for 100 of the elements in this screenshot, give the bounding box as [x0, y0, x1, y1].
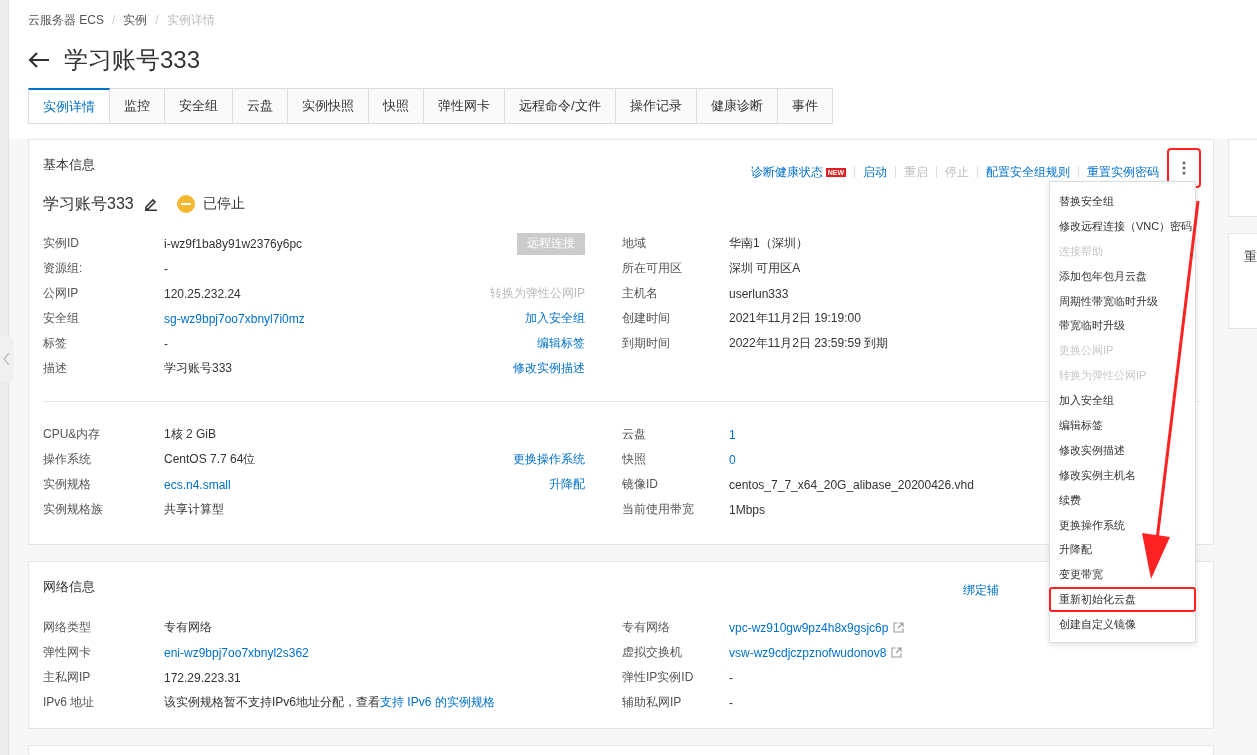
back-arrow-icon[interactable] — [28, 52, 50, 68]
field-value-link[interactable]: vsw-wz9cdjczpznofwudonov8 — [729, 645, 887, 660]
status-label: 已停止 — [202, 195, 245, 213]
field-label: 所在可用区 — [622, 260, 683, 277]
field-value: 2022年11月2日 23:59:59 到期 — [729, 335, 889, 352]
field-value-link[interactable]: eni-wz9bpj7oo7xbnyl2s362 — [164, 645, 309, 660]
tab[interactable]: 健康诊断 — [696, 88, 778, 123]
field-label: 到期时间 — [622, 335, 671, 352]
field-label: 虚拟交换机 — [622, 644, 683, 661]
tab[interactable]: 操作记录 — [615, 88, 697, 123]
menu-item[interactable]: 重新初始化云盘 — [1049, 587, 1196, 613]
field-label: 安全组 — [43, 310, 80, 327]
menu-item[interactable]: 编辑标签 — [1049, 413, 1196, 438]
field-value: CentOS 7.7 64位 — [164, 451, 256, 468]
menu-item[interactable]: 创建自定义镜像 — [1049, 612, 1196, 638]
field-label: 实例ID — [43, 235, 80, 252]
field-label: 地域 — [622, 235, 647, 252]
field-label: 实例规格 — [43, 476, 92, 493]
side-card-title: 重 — [1244, 249, 1257, 264]
field-label: 镜像ID — [622, 476, 659, 493]
field-value: centos_7_7_x64_20G_alibase_20200426.vhd — [729, 477, 974, 492]
menu-item[interactable]: 变更带宽 — [1049, 562, 1196, 588]
external-link-icon[interactable] — [891, 646, 903, 658]
tab[interactable]: 弹性网卡 — [424, 88, 505, 123]
section-title: 基本信息 — [43, 156, 95, 174]
page-title: 学习账号333 — [64, 45, 201, 75]
field-label: 创建时间 — [622, 310, 671, 327]
field-value: i-wz9f1ba8y91w2376y6pc — [164, 236, 303, 251]
menu-item[interactable]: 更换操作系统 — [1049, 512, 1196, 538]
tab[interactable]: 实例详情 — [28, 88, 110, 123]
field-value-link[interactable]: ecs.n4.small — [164, 477, 231, 492]
field-value: 华南1（深圳） — [729, 235, 808, 252]
field-value: - — [164, 336, 168, 351]
row-action-link[interactable]: 加入安全组 — [525, 310, 585, 327]
field-value: - — [164, 261, 168, 276]
tab[interactable]: 云盘 — [233, 88, 288, 123]
field-value: 2021年11月2日 19:19:00 — [729, 310, 861, 327]
action-link[interactable]: 配置安全组规则 — [986, 163, 1070, 181]
field-label: 标签 — [43, 335, 68, 352]
field-value-link[interactable]: sg-wz9bpj7oo7xbnyl7i0mz — [164, 311, 305, 326]
instance-name: 学习账号333 — [43, 193, 134, 214]
tab[interactable]: 实例快照 — [288, 88, 369, 123]
breadcrumb-link[interactable]: 实例 — [123, 12, 148, 28]
field-value: 学习账号333 — [164, 360, 233, 377]
action-link[interactable]: 重置实例密码 — [1087, 163, 1159, 181]
field-label: 当前使用带宽 — [622, 501, 695, 518]
menu-item[interactable]: 周期性带宽临时升级 — [1049, 288, 1196, 314]
field-value-link[interactable]: 0 — [729, 452, 736, 467]
field-label: 主私网IP — [43, 669, 92, 686]
tab[interactable]: 安全组 — [165, 88, 233, 123]
external-link-icon[interactable] — [893, 621, 905, 633]
edit-icon[interactable] — [143, 197, 158, 211]
field-value-link[interactable]: 支持 IPv6 的实例规格 — [380, 695, 495, 709]
more-icon — [1182, 161, 1186, 175]
field-value: - — [729, 670, 733, 685]
field-label: 弹性IP实例ID — [622, 669, 695, 686]
action-link[interactable]: 诊断健康状态 — [750, 163, 823, 181]
field-value-link[interactable]: 1 — [729, 427, 736, 442]
field-label: CPU&内存 — [43, 426, 102, 443]
menu-item[interactable]: 加入安全组 — [1049, 388, 1196, 413]
field-label: 主机名 — [622, 285, 659, 302]
row-action-link[interactable]: 编辑标签 — [537, 335, 585, 352]
field-value: 共享计算型 — [164, 501, 224, 518]
field-label: 弹性网卡 — [43, 644, 92, 661]
menu-item[interactable]: 修改实例主机名 — [1049, 462, 1196, 488]
tab[interactable]: 监控 — [110, 88, 165, 123]
row-action-link[interactable]: 更换操作系统 — [513, 451, 585, 468]
tab[interactable]: 快照 — [369, 88, 424, 123]
field-label: 操作系统 — [43, 451, 92, 468]
field-label: 资源组: — [43, 260, 84, 277]
tab[interactable]: 远程命令/文件 — [505, 88, 616, 123]
menu-item[interactable]: 添加包年包月云盘 — [1049, 263, 1196, 289]
field-label: 公网IP — [43, 285, 80, 302]
field-label: 实例规格族 — [43, 501, 104, 518]
action-link[interactable]: 启动 — [863, 163, 887, 181]
field-value: userlun333 — [729, 286, 789, 301]
field-label: 描述 — [43, 360, 68, 377]
menu-item[interactable]: 修改远程连接（VNC）密码 — [1049, 213, 1196, 239]
field-value: 深圳 可用区A — [729, 260, 801, 277]
field-label: 网络类型 — [43, 619, 92, 636]
row-action-link[interactable]: 修改实例描述 — [513, 360, 585, 377]
menu-item[interactable]: 修改实例描述 — [1049, 437, 1196, 463]
breadcrumb-separator: / — [112, 12, 116, 28]
collapse-handle[interactable] — [0, 336, 14, 382]
menu-item[interactable]: 续费 — [1049, 487, 1196, 513]
menu-item[interactable]: 升降配 — [1049, 537, 1196, 563]
field-label: 云盘 — [622, 426, 647, 443]
field-value-link[interactable]: vpc-wz910gw9pz4h8x9gsjc6p — [729, 620, 889, 635]
tab[interactable]: 事件 — [777, 88, 833, 123]
breadcrumb-link[interactable]: 云服务器 ECS — [28, 12, 104, 28]
field-label: IPv6 地址 — [43, 694, 96, 711]
action-link[interactable]: 绑定辅 — [963, 582, 999, 599]
field-value: - — [729, 695, 733, 710]
menu-item[interactable]: 带宽临时升级 — [1049, 313, 1196, 339]
menu-item[interactable]: 替换安全组 — [1049, 189, 1196, 214]
row-action-link[interactable]: 升降配 — [549, 476, 585, 493]
field-value: 172.29.223.31 — [164, 670, 241, 685]
chevron-left-icon — [3, 352, 11, 366]
breadcrumb-separator: / — [155, 12, 159, 28]
field-label: 辅助私网IP — [622, 694, 683, 711]
